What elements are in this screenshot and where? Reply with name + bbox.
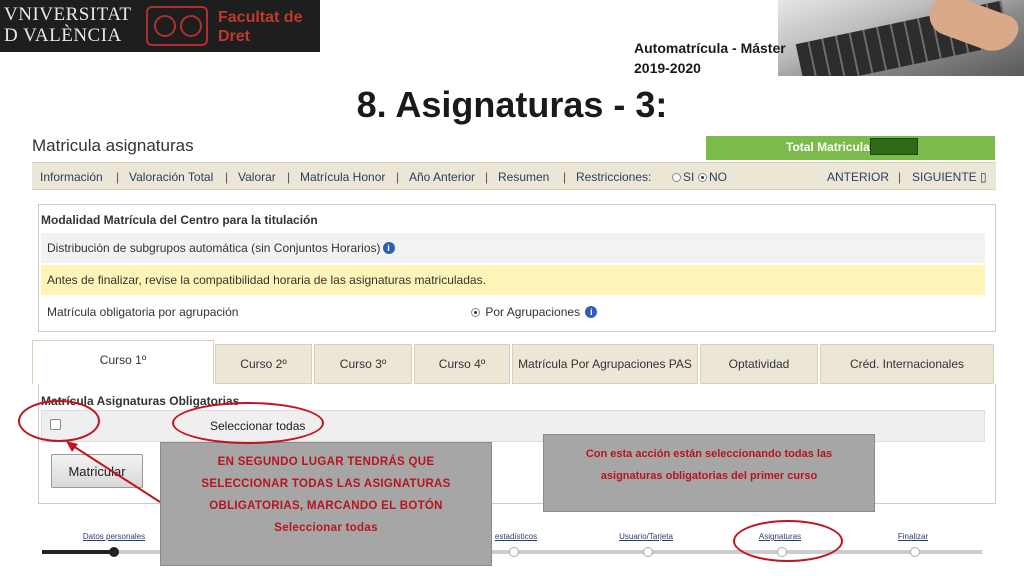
nav-valorar[interactable]: Valorar bbox=[238, 170, 276, 184]
step-datos-personales[interactable]: Datos personales bbox=[83, 532, 145, 541]
radio-selected-icon bbox=[471, 308, 480, 317]
modalidad-panel: Modalidad Matrícula del Centro para la t… bbox=[38, 204, 996, 332]
course-tabs: Curso 1º Curso 2º Curso 3º Curso 4º Matr… bbox=[32, 340, 994, 384]
siguiente-link[interactable]: SIGUIENTE ▯ bbox=[912, 170, 987, 184]
nav-informacion[interactable]: Información bbox=[40, 170, 103, 184]
tab-agrupaciones-pas[interactable]: Matrícula Por Agrupaciones PAS bbox=[512, 344, 698, 384]
faculty-line-1: Facultat de bbox=[218, 9, 303, 26]
nav-matricula-honor[interactable]: Matrícula Honor bbox=[300, 170, 385, 184]
faculty-seal-icon bbox=[146, 6, 208, 46]
warning-row: Antes de finalizar, revise la compatibil… bbox=[41, 265, 985, 295]
next-icon: ▯ bbox=[980, 170, 987, 184]
radio-selected-icon bbox=[698, 173, 707, 182]
matricular-button[interactable]: Matricular bbox=[51, 454, 143, 488]
select-all-highlight-ellipse bbox=[172, 402, 324, 444]
checkbox-highlight-ellipse bbox=[18, 400, 100, 442]
nav-valoracion-total[interactable]: Valoración Total bbox=[129, 170, 213, 184]
logo-line-1: VNIVERSITAT bbox=[4, 4, 132, 25]
nav-restricciones: Restricciones: bbox=[576, 170, 652, 184]
anterior-link[interactable]: ANTERIOR bbox=[827, 170, 889, 184]
keyboard-photo bbox=[778, 0, 1024, 76]
info-icon[interactable]: i bbox=[382, 242, 395, 254]
tab-curso-1[interactable]: Curso 1º bbox=[32, 340, 214, 384]
slide-title: 8. Asignaturas - 3: bbox=[356, 84, 668, 125]
step-usuario-tarjeta[interactable]: Usuario/Tarjeta bbox=[619, 532, 673, 541]
total-matriculado-box: Total Matriculado bbox=[706, 136, 995, 160]
step-dot bbox=[643, 547, 653, 557]
tab-optatividad[interactable]: Optatividad bbox=[700, 344, 818, 384]
university-logo: VNIVERSITAT D VALÈNCIA Facultat de Dret bbox=[0, 0, 320, 52]
step-estadisticos[interactable]: estadísticos bbox=[495, 532, 537, 541]
tab-curso-4[interactable]: Curso 4º bbox=[414, 344, 510, 384]
info-callout: Con esta acción están seleccionando toda… bbox=[543, 434, 875, 512]
step-finalizar[interactable]: Finalizar bbox=[898, 532, 928, 541]
step-dot-done bbox=[109, 547, 119, 557]
restricciones-no-radio[interactable]: NO bbox=[698, 170, 727, 184]
step-dot bbox=[910, 547, 920, 557]
info-icon[interactable]: i bbox=[585, 306, 598, 318]
instruction-callout: EN SEGUNDO LUGAR TENDRÁS QUE SELECCIONAR… bbox=[160, 442, 492, 566]
asignaturas-step-highlight-ellipse bbox=[733, 520, 843, 562]
por-agrupaciones-radio[interactable]: Por Agrupaciones i bbox=[471, 305, 598, 319]
modalidad-heading: Modalidad Matrícula del Centro para la t… bbox=[41, 213, 318, 227]
obligatoria-row: Matrícula obligatoria por agrupación Por… bbox=[41, 297, 985, 327]
total-value bbox=[870, 138, 918, 155]
radio-icon bbox=[672, 173, 681, 182]
toolbar: Información | Valoración Total | Valorar… bbox=[32, 162, 996, 190]
distribucion-row: Distribución de subgrupos automática (si… bbox=[41, 233, 985, 263]
tab-curso-3[interactable]: Curso 3º bbox=[314, 344, 412, 384]
page-title: Matricula asignaturas bbox=[32, 136, 194, 155]
nav-ano-anterior[interactable]: Año Anterior bbox=[409, 170, 475, 184]
restricciones-si-radio[interactable]: SI bbox=[672, 170, 694, 184]
tab-creditos-internacionales[interactable]: Créd. Internacionales bbox=[820, 344, 994, 384]
tab-curso-2[interactable]: Curso 2º bbox=[215, 344, 312, 384]
step-dot bbox=[509, 547, 519, 557]
faculty-line-2: Dret bbox=[218, 28, 251, 45]
nav-resumen[interactable]: Resumen bbox=[498, 170, 549, 184]
logo-line-2: D VALÈNCIA bbox=[4, 25, 122, 46]
slide-subtitle: Automatrícula - Máster 2019-2020 bbox=[634, 40, 786, 76]
